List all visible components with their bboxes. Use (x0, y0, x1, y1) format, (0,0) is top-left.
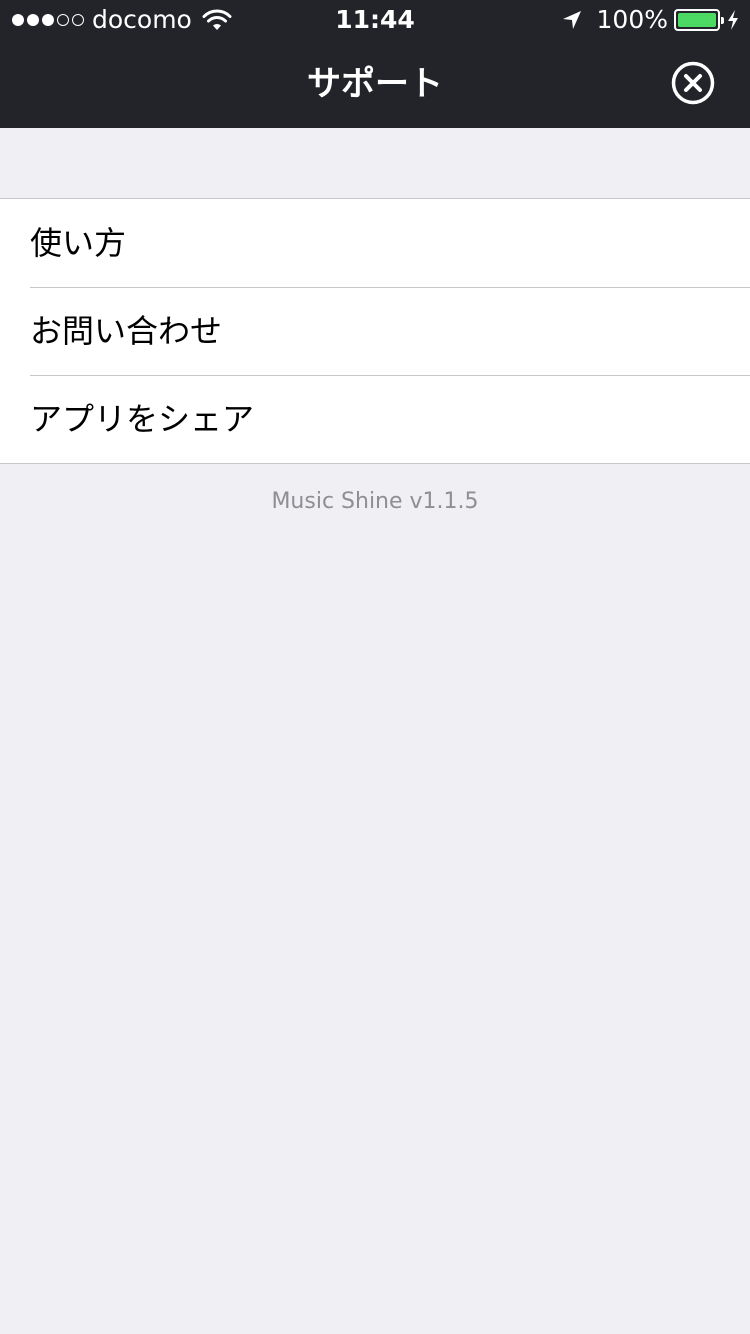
close-circle-icon (671, 61, 715, 105)
battery-nub (721, 17, 724, 24)
menu-item-contact[interactable]: お問い合わせ (0, 287, 750, 375)
battery-icon (674, 9, 724, 31)
status-bar: docomo 11:44 100% (0, 0, 750, 40)
menu-item-label: お問い合わせ (30, 312, 223, 350)
menu-item-how-to-use[interactable]: 使い方 (0, 199, 750, 287)
app-version: Music Shine v1.1.5 (271, 489, 479, 514)
battery-percent: 100% (596, 5, 668, 34)
page-title: サポート (307, 64, 443, 104)
top-bar: docomo 11:44 100% サポート (0, 0, 750, 128)
menu-item-label: 使い方 (30, 224, 127, 262)
navigation-bar: サポート (0, 40, 750, 128)
support-screen: docomo 11:44 100% サポート 使い方 お問い合わせ アプリをシェ… (0, 0, 750, 1334)
support-menu: 使い方 お問い合わせ アプリをシェア (0, 198, 750, 464)
menu-item-label: アプリをシェア (30, 400, 255, 438)
menu-item-share-app[interactable]: アプリをシェア (0, 375, 750, 463)
location-arrow-icon (562, 11, 581, 29)
battery-fill (678, 13, 716, 27)
status-right: 100% (561, 6, 740, 34)
charging-bolt-icon (728, 10, 738, 30)
close-button[interactable] (670, 60, 716, 106)
